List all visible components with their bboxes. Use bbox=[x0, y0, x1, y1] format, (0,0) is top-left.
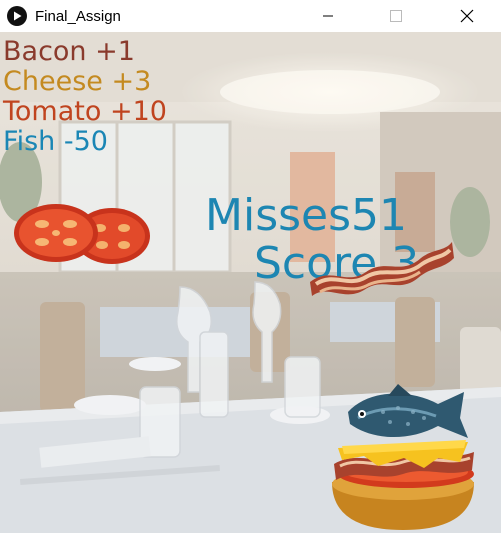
maximize-icon bbox=[390, 10, 402, 22]
burger-stack bbox=[332, 384, 474, 530]
legend-tomato: Tomato +10 bbox=[3, 96, 167, 127]
minimize-button[interactable] bbox=[305, 0, 351, 32]
window-title: Final_Assign bbox=[35, 7, 121, 25]
game-canvas[interactable]: Bacon +1 Cheese +3 Tomato +10 Fish -50 M… bbox=[0, 32, 501, 533]
play-icon bbox=[14, 11, 22, 21]
misses-counter: Misses51 bbox=[205, 190, 408, 241]
falling-tomato bbox=[14, 204, 150, 264]
legend-fish: Fish -50 bbox=[3, 126, 108, 157]
close-icon bbox=[460, 9, 474, 23]
maximize-button[interactable] bbox=[373, 0, 419, 32]
title-bar[interactable]: Final_Assign bbox=[0, 0, 501, 32]
legend-cheese: Cheese +3 bbox=[3, 66, 152, 97]
close-button[interactable] bbox=[444, 0, 490, 32]
legend-bacon: Bacon +1 bbox=[3, 36, 135, 67]
app-window: Final_Assign Bacon +1 Cheese +3 Tomato +… bbox=[0, 0, 501, 533]
minimize-icon bbox=[323, 15, 333, 17]
falling-bacon bbox=[310, 242, 454, 296]
app-icon bbox=[7, 6, 27, 26]
